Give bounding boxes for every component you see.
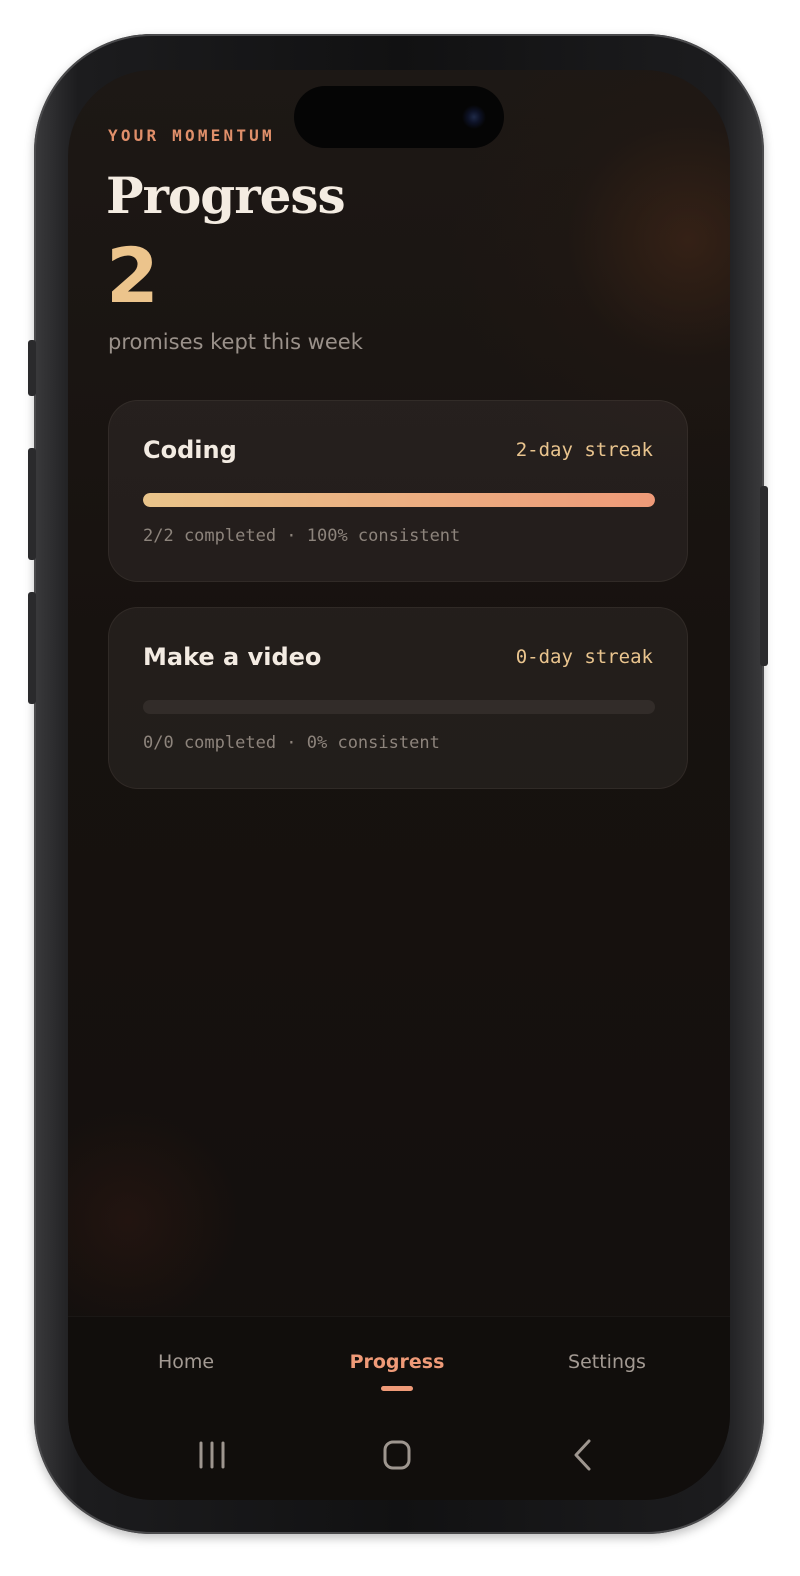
- home-icon[interactable]: [377, 1435, 417, 1475]
- tab-home[interactable]: Home: [158, 1351, 214, 1373]
- habit-streak: 0-day streak: [515, 646, 653, 668]
- habit-name: Coding: [143, 436, 237, 464]
- habit-card-make-a-video[interactable]: Make a video 0-day streak 0/0 completed …: [108, 607, 688, 789]
- tab-settings[interactable]: Settings: [568, 1351, 646, 1373]
- promises-kept-caption: promises kept this week: [108, 330, 363, 354]
- habit-progress-fill: [143, 493, 655, 507]
- habit-progress-track: [143, 700, 655, 714]
- habit-streak: 2-day streak: [515, 439, 653, 461]
- page-title: Progress: [106, 166, 346, 225]
- habit-progress-track: [143, 493, 655, 507]
- habit-stats: 0/0 completed · 0% consistent: [143, 733, 440, 753]
- promises-kept-count: 2: [106, 231, 159, 320]
- section-eyebrow: YOUR MOMENTUM: [108, 126, 275, 145]
- habit-stats: 2/2 completed · 100% consistent: [143, 526, 461, 546]
- habit-card-coding[interactable]: Coding 2-day streak 2/2 completed · 100%…: [108, 400, 688, 582]
- bottom-tab-bar: Home Progress Settings: [68, 1316, 730, 1500]
- app-screen: YOUR MOMENTUM Progress 2 promises kept t…: [68, 70, 730, 1500]
- active-tab-indicator: [381, 1386, 413, 1391]
- camera-icon: [462, 105, 486, 129]
- recents-icon[interactable]: [192, 1435, 232, 1475]
- back-icon[interactable]: [563, 1435, 603, 1475]
- dynamic-island: [294, 86, 504, 148]
- volume-up-button: [28, 448, 36, 560]
- action-button: [28, 340, 36, 396]
- tab-progress[interactable]: Progress: [350, 1351, 445, 1373]
- power-button: [760, 486, 768, 666]
- habit-name: Make a video: [143, 643, 322, 671]
- volume-down-button: [28, 592, 36, 704]
